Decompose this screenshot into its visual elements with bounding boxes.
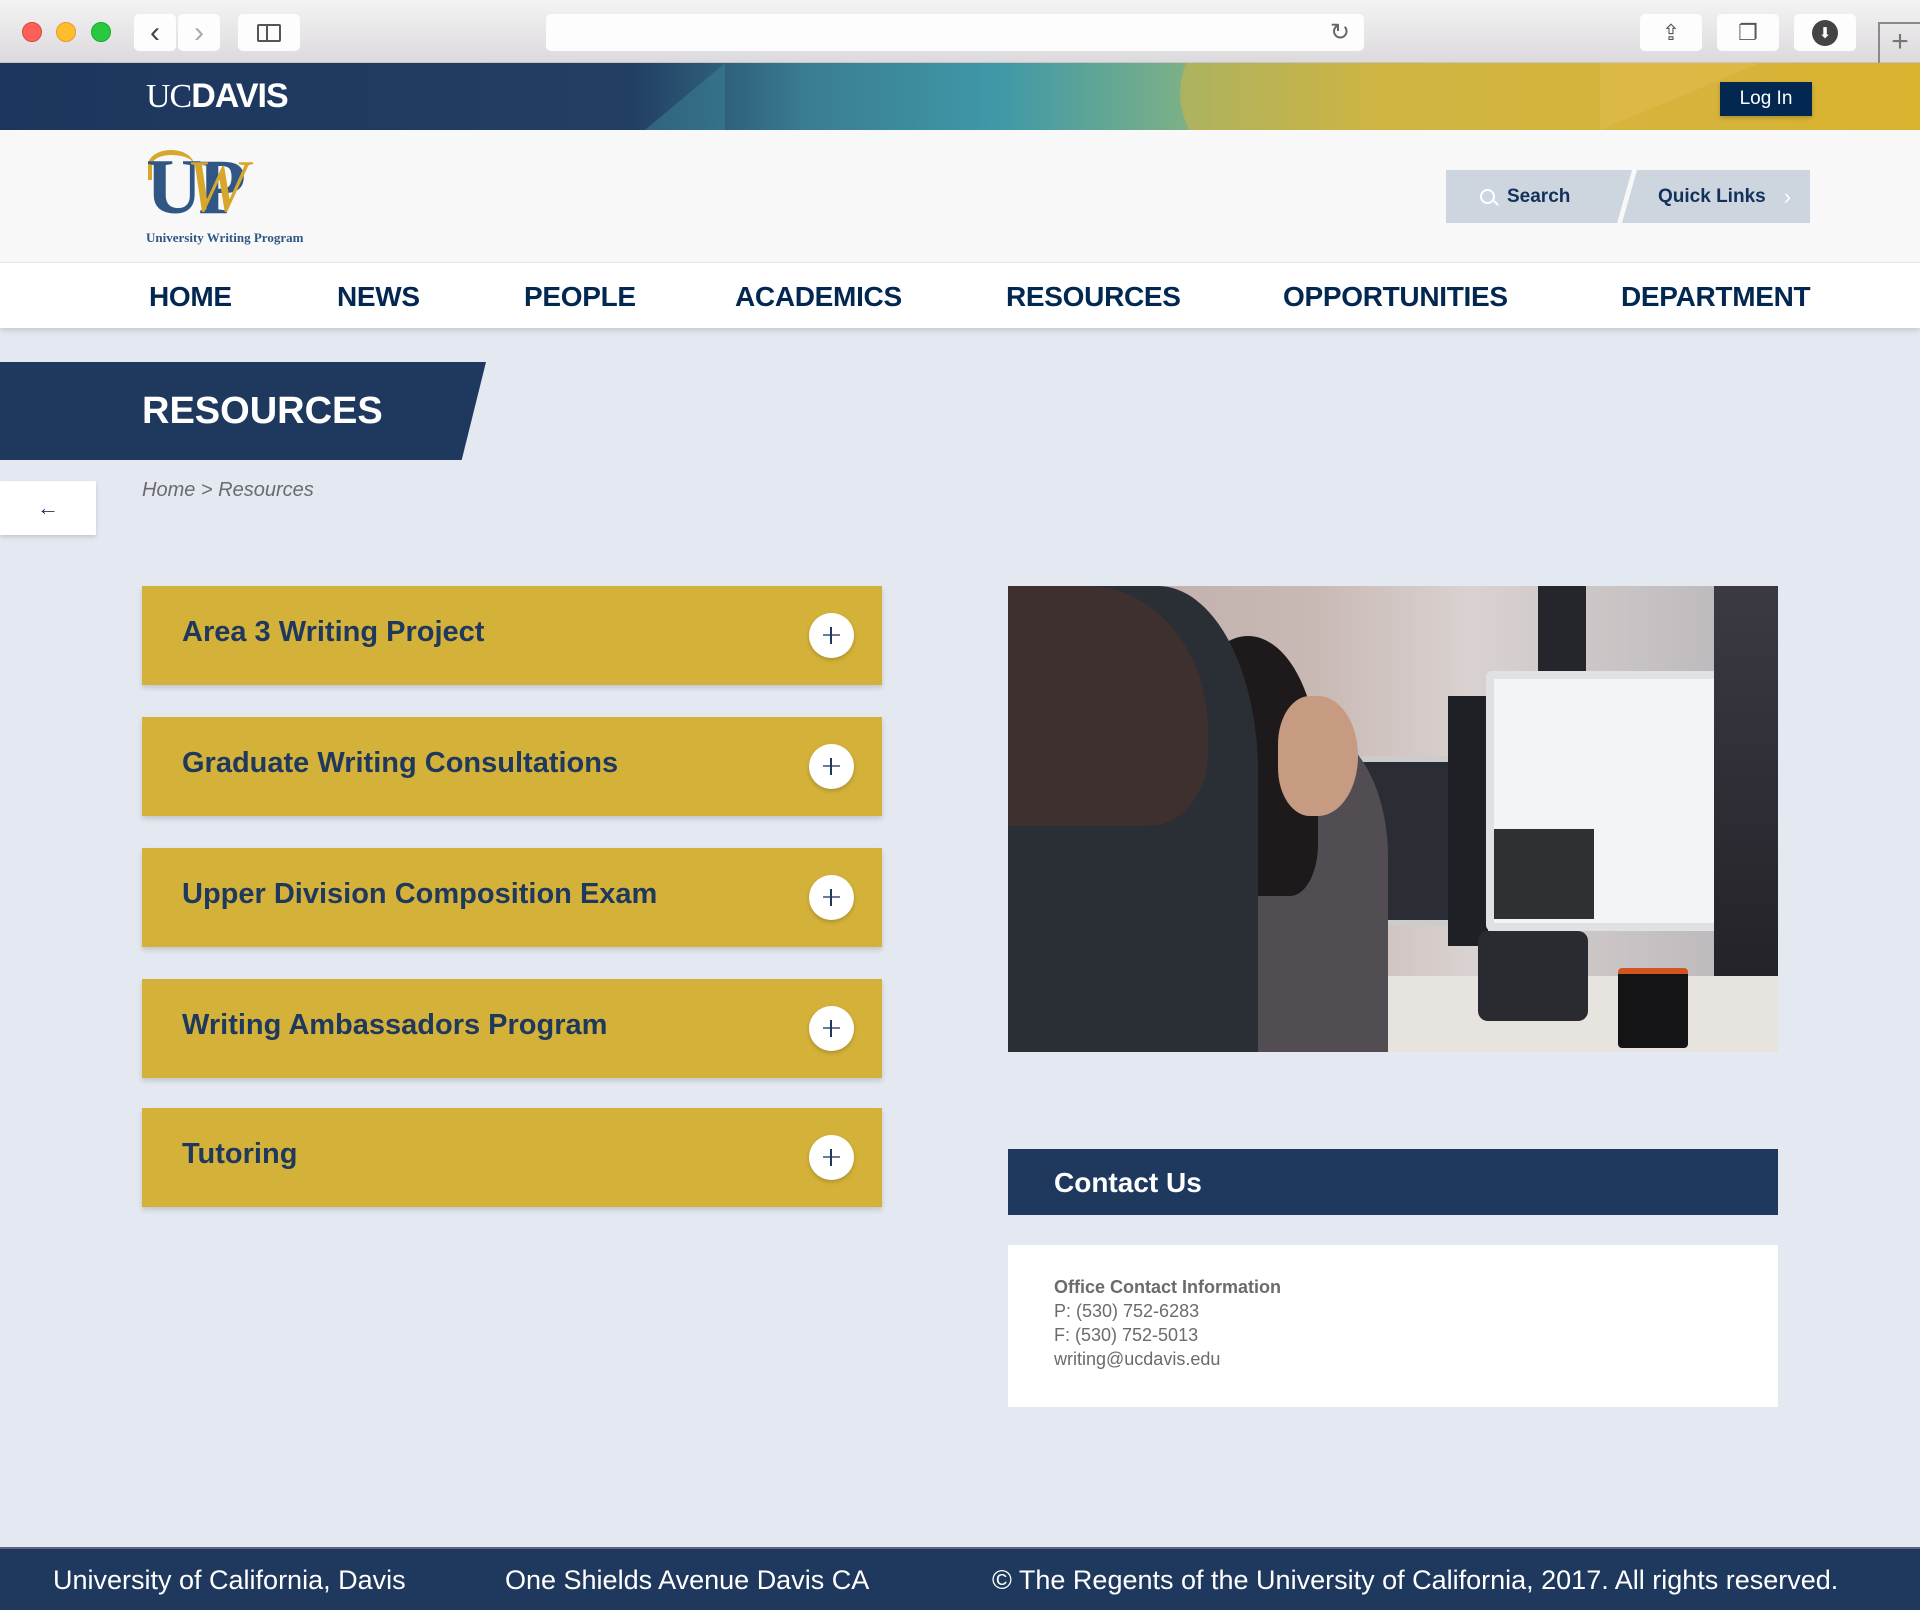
contact-heading: Contact Us xyxy=(1054,1167,1202,1198)
ucdavis-banner: UCDAVIS Log In xyxy=(0,63,1920,130)
contact-email[interactable]: writing@ucdavis.edu xyxy=(1054,1347,1732,1371)
site-header: UP W University Writing Program Search Q… xyxy=(0,130,1920,262)
main-nav: HOME NEWS PEOPLE ACADEMICS RESOURCES OPP… xyxy=(0,262,1920,328)
banner-decoration xyxy=(645,63,725,130)
plus-icon[interactable] xyxy=(809,875,854,920)
office-photo xyxy=(1008,586,1778,1052)
back-icon: ‹ xyxy=(150,15,160,49)
plus-icon[interactable] xyxy=(809,1006,854,1051)
accordion-label: Area 3 Writing Project xyxy=(182,616,485,648)
contact-heading-bar: Contact Us xyxy=(1008,1149,1778,1215)
header-buttons: Search Quick Links › xyxy=(1446,170,1810,223)
site-footer: University of California, Davis One Shie… xyxy=(0,1547,1920,1610)
search-icon xyxy=(1480,189,1495,204)
logo-davis-text: DAVIS xyxy=(191,77,288,115)
share-button[interactable]: ⇪ xyxy=(1640,14,1702,51)
footer-address: One Shields Avenue Davis CA xyxy=(505,1565,870,1595)
downloads-button[interactable]: ⬇ xyxy=(1794,14,1856,51)
nav-news[interactable]: NEWS xyxy=(337,281,420,313)
plus-icon: + xyxy=(1891,25,1909,58)
contact-phone: P: (530) 752-6283 xyxy=(1054,1301,1200,1321)
uwp-logo[interactable]: UP W University Writing Program xyxy=(146,146,316,246)
accordion-label: Graduate Writing Consultations xyxy=(182,747,619,779)
accordion-label: Writing Ambassadors Program xyxy=(182,1009,608,1041)
ucdavis-logo[interactable]: UCDAVIS xyxy=(146,77,289,116)
footer-institution: University of California, Davis xyxy=(53,1565,406,1595)
accordion-item-graduate-writing-consultations[interactable]: Graduate Writing Consultations xyxy=(142,717,882,816)
contact-title: Office Contact Information xyxy=(1054,1277,1282,1297)
quick-links-button[interactable]: Quick Links › xyxy=(1622,170,1810,223)
minimize-window-button[interactable] xyxy=(56,22,76,42)
sidebar-toggle-button[interactable] xyxy=(238,14,300,51)
nav-academics[interactable]: ACADEMICS xyxy=(735,281,902,313)
search-label: Search xyxy=(1507,185,1571,207)
nav-home[interactable]: HOME xyxy=(149,281,232,313)
page-title: RESOURCES xyxy=(142,390,383,432)
chevron-right-icon: › xyxy=(1783,183,1792,209)
arrow-left-icon: ← xyxy=(37,495,59,520)
accordion-label: Upper Division Composition Exam xyxy=(182,878,658,910)
breadcrumb[interactable]: Home > Resources xyxy=(142,479,314,502)
search-button[interactable]: Search xyxy=(1446,170,1632,223)
logo-subtitle: University Writing Program xyxy=(146,230,304,245)
nav-resources[interactable]: RESOURCES xyxy=(1006,281,1181,313)
forward-button[interactable]: › xyxy=(178,14,220,51)
back-page-button[interactable]: ← xyxy=(0,481,96,535)
accordion-item-writing-ambassadors-program[interactable]: Writing Ambassadors Program xyxy=(142,979,882,1078)
nav-department[interactable]: DEPARTMENT xyxy=(1621,281,1811,313)
address-bar[interactable]: ↻ xyxy=(546,14,1364,51)
tabs-overview-button[interactable]: ❐ xyxy=(1717,14,1779,51)
accordion-item-tutoring[interactable]: Tutoring xyxy=(142,1108,882,1207)
plus-icon[interactable] xyxy=(809,613,854,658)
back-button[interactable]: ‹ xyxy=(134,14,176,51)
tabs-icon: ❐ xyxy=(1738,19,1758,45)
zoom-window-button[interactable] xyxy=(91,22,111,42)
nav-people[interactable]: PEOPLE xyxy=(524,281,636,313)
logo-w: W xyxy=(186,146,248,228)
reload-icon[interactable]: ↻ xyxy=(1330,18,1350,47)
contact-card: Office Contact Information P: (530) 752-… xyxy=(1008,1245,1778,1407)
browser-toolbar: ‹ › ↻ ⇪ ❐ ⬇ + xyxy=(0,0,1920,63)
sidebar-icon xyxy=(257,23,281,42)
download-icon: ⬇ xyxy=(1812,19,1838,46)
forward-icon: › xyxy=(194,15,204,49)
accordion-item-area-3-writing-project[interactable]: Area 3 Writing Project xyxy=(142,586,882,685)
nav-opportunities[interactable]: OPPORTUNITIES xyxy=(1283,281,1508,313)
accordion-item-upper-division-composition-exam[interactable]: Upper Division Composition Exam xyxy=(142,848,882,947)
plus-icon[interactable] xyxy=(809,1135,854,1180)
share-icon: ⇪ xyxy=(1661,19,1681,45)
contact-fax: F: (530) 752-5013 xyxy=(1054,1325,1199,1345)
new-tab-button[interactable]: + xyxy=(1878,22,1920,63)
close-window-button[interactable] xyxy=(22,22,42,42)
accordion-label: Tutoring xyxy=(182,1138,298,1170)
footer-copyright: © The Regents of the University of Calif… xyxy=(992,1565,1839,1595)
quick-links-label: Quick Links xyxy=(1658,185,1766,207)
plus-icon[interactable] xyxy=(809,744,854,789)
page-title-banner: RESOURCES xyxy=(0,362,486,460)
login-button[interactable]: Log In xyxy=(1720,82,1812,116)
logo-uc-text: UC xyxy=(146,78,192,115)
